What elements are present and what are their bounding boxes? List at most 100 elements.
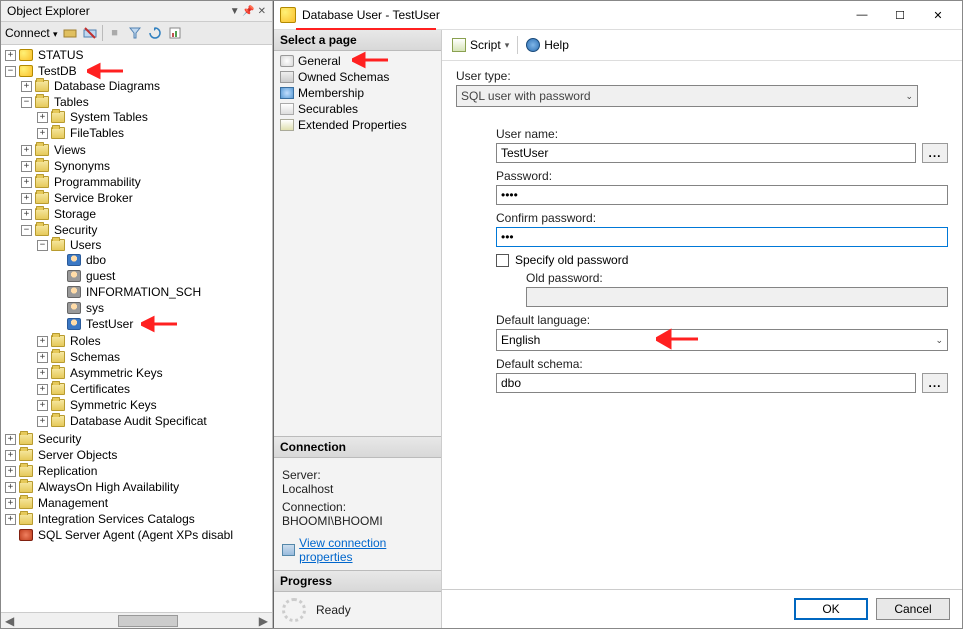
report-icon[interactable] [167,25,183,41]
tree-system-tables[interactable]: System Tables [68,110,150,124]
folder-icon [51,351,65,363]
extended-icon [280,119,294,131]
folder-icon [19,481,33,493]
tree-certs[interactable]: Certificates [68,382,132,396]
default-language-select[interactable]: English⌄ [496,329,948,351]
password-input[interactable] [496,185,948,205]
user-name-input[interactable] [496,143,916,163]
chevron-down-icon: ▾ [505,40,510,51]
folder-icon [51,399,65,411]
tree-schemas[interactable]: Schemas [68,350,122,364]
tree-server-objects[interactable]: Server Objects [36,448,119,462]
tree-views[interactable]: Views [52,143,88,157]
chevron-down-icon: ⌄ [905,91,913,102]
browse-schema-button[interactable]: ... [922,373,948,393]
window-title: Database User - TestUser [302,8,844,22]
tree-synonyms[interactable]: Synonyms [52,159,112,173]
object-explorer-panel: Object Explorer ▼ 📌 ✕ Connect ▾ ■ +STATU… [1,1,273,628]
tree-roles[interactable]: Roles [68,334,103,348]
folder-icon [19,433,33,445]
tree-user-sys[interactable]: sys [84,301,106,315]
object-explorer-toolbar: Connect ▾ ■ [1,22,272,45]
pin-icon[interactable]: ▼ 📌 ✕ [230,6,266,17]
user-icon [67,302,81,314]
membership-icon [280,87,294,99]
folder-icon [35,192,49,204]
page-membership[interactable]: Membership [274,85,441,101]
tree-service-broker[interactable]: Service Broker [52,191,135,205]
tree-isc[interactable]: Integration Services Catalogs [36,512,197,526]
help-button[interactable]: Help [526,38,569,52]
folder-icon [51,111,65,123]
tree-management[interactable]: Management [36,496,110,510]
tree-user-dbo[interactable]: dbo [84,253,108,267]
user-form: User type: SQL user with password⌄ User … [442,61,962,589]
folder-icon [35,96,49,108]
page-general[interactable]: General [274,53,441,69]
connect-dropdown[interactable]: Connect ▾ [5,26,58,40]
tree-tables[interactable]: Tables [52,95,91,109]
default-language-label: Default language: [496,313,948,327]
progress-spinner-icon [282,598,306,622]
tree-user-info[interactable]: INFORMATION_SCH [84,285,203,299]
tree-db-diagrams[interactable]: Database Diagrams [52,79,162,93]
cancel-button[interactable]: Cancel [876,598,950,620]
connect-icon[interactable] [62,25,78,41]
stop-icon[interactable]: ■ [107,25,123,41]
password-label: Password: [496,169,948,183]
specify-old-password-label: Specify old password [515,253,628,267]
close-button[interactable]: ✕ [920,5,956,25]
tree-security-root[interactable]: Security [36,432,83,446]
tree-asym-keys[interactable]: Asymmetric Keys [68,366,165,380]
tree-user-guest[interactable]: guest [84,269,117,283]
tree-alwayson[interactable]: AlwaysOn High Availability [36,480,181,494]
refresh-icon[interactable] [147,25,163,41]
tree-storage[interactable]: Storage [52,207,98,221]
default-schema-input[interactable] [496,373,916,393]
user-type-label: User type: [456,69,948,83]
connection-info: Server: Localhost Connection: BHOOMI\BHO… [274,458,441,570]
window-icon [280,7,296,23]
maximize-button[interactable]: ☐ [882,5,918,25]
tree-users[interactable]: Users [68,238,103,252]
securables-icon [280,103,294,115]
connection-header: Connection [274,436,441,458]
user-icon [67,254,81,266]
tree-status[interactable]: STATUS [36,48,86,62]
ok-button[interactable]: OK [794,598,868,620]
tree-user-test[interactable]: TestUser [84,317,135,331]
tree-agent[interactable]: SQL Server Agent (Agent XPs disabl [36,528,235,542]
tree-security-db[interactable]: Security [52,223,99,237]
folder-icon [51,415,65,427]
view-connection-properties-link[interactable]: View connection properties [282,536,433,564]
specify-old-password-checkbox[interactable] [496,254,509,267]
filter-icon[interactable] [127,25,143,41]
disconnect-icon[interactable] [82,25,98,41]
annotation-arrow [352,50,390,70]
horizontal-scrollbar[interactable]: ◀▶ [1,612,272,628]
user-type-select: SQL user with password⌄ [456,85,918,107]
page-extended[interactable]: Extended Properties [274,117,441,133]
tree-programmability[interactable]: Programmability [52,175,143,189]
tree-sym-keys[interactable]: Symmetric Keys [68,398,159,412]
minimize-button[interactable]: — [844,5,880,25]
confirm-password-label: Confirm password: [496,211,948,225]
browse-user-button[interactable]: ... [922,143,948,163]
database-user-dialog: Database User - TestUser — ☐ ✕ Select a … [273,1,962,628]
user-icon [67,318,81,330]
page-securables[interactable]: Securables [274,101,441,117]
tree-audit[interactable]: Database Audit Specificat [68,414,209,428]
tree-replication[interactable]: Replication [36,464,99,478]
tree-file-tables[interactable]: FileTables [68,126,126,140]
folder-icon [19,465,33,477]
folder-icon [51,127,65,139]
tree-testdb[interactable]: TestDB [36,64,79,78]
object-explorer-tree[interactable]: +STATUS −TestDB +Database Diagrams −Tabl… [1,45,272,612]
dialog-nav: Select a page General Owned Schemas Memb… [274,30,442,628]
select-page-header: Select a page [274,30,441,51]
dialog-toolbar: Script ▾ Help [442,30,962,61]
confirm-password-input[interactable] [496,227,948,247]
script-button[interactable]: Script ▾ [452,38,509,52]
user-icon [67,286,81,298]
page-owned-schemas[interactable]: Owned Schemas [274,69,441,85]
